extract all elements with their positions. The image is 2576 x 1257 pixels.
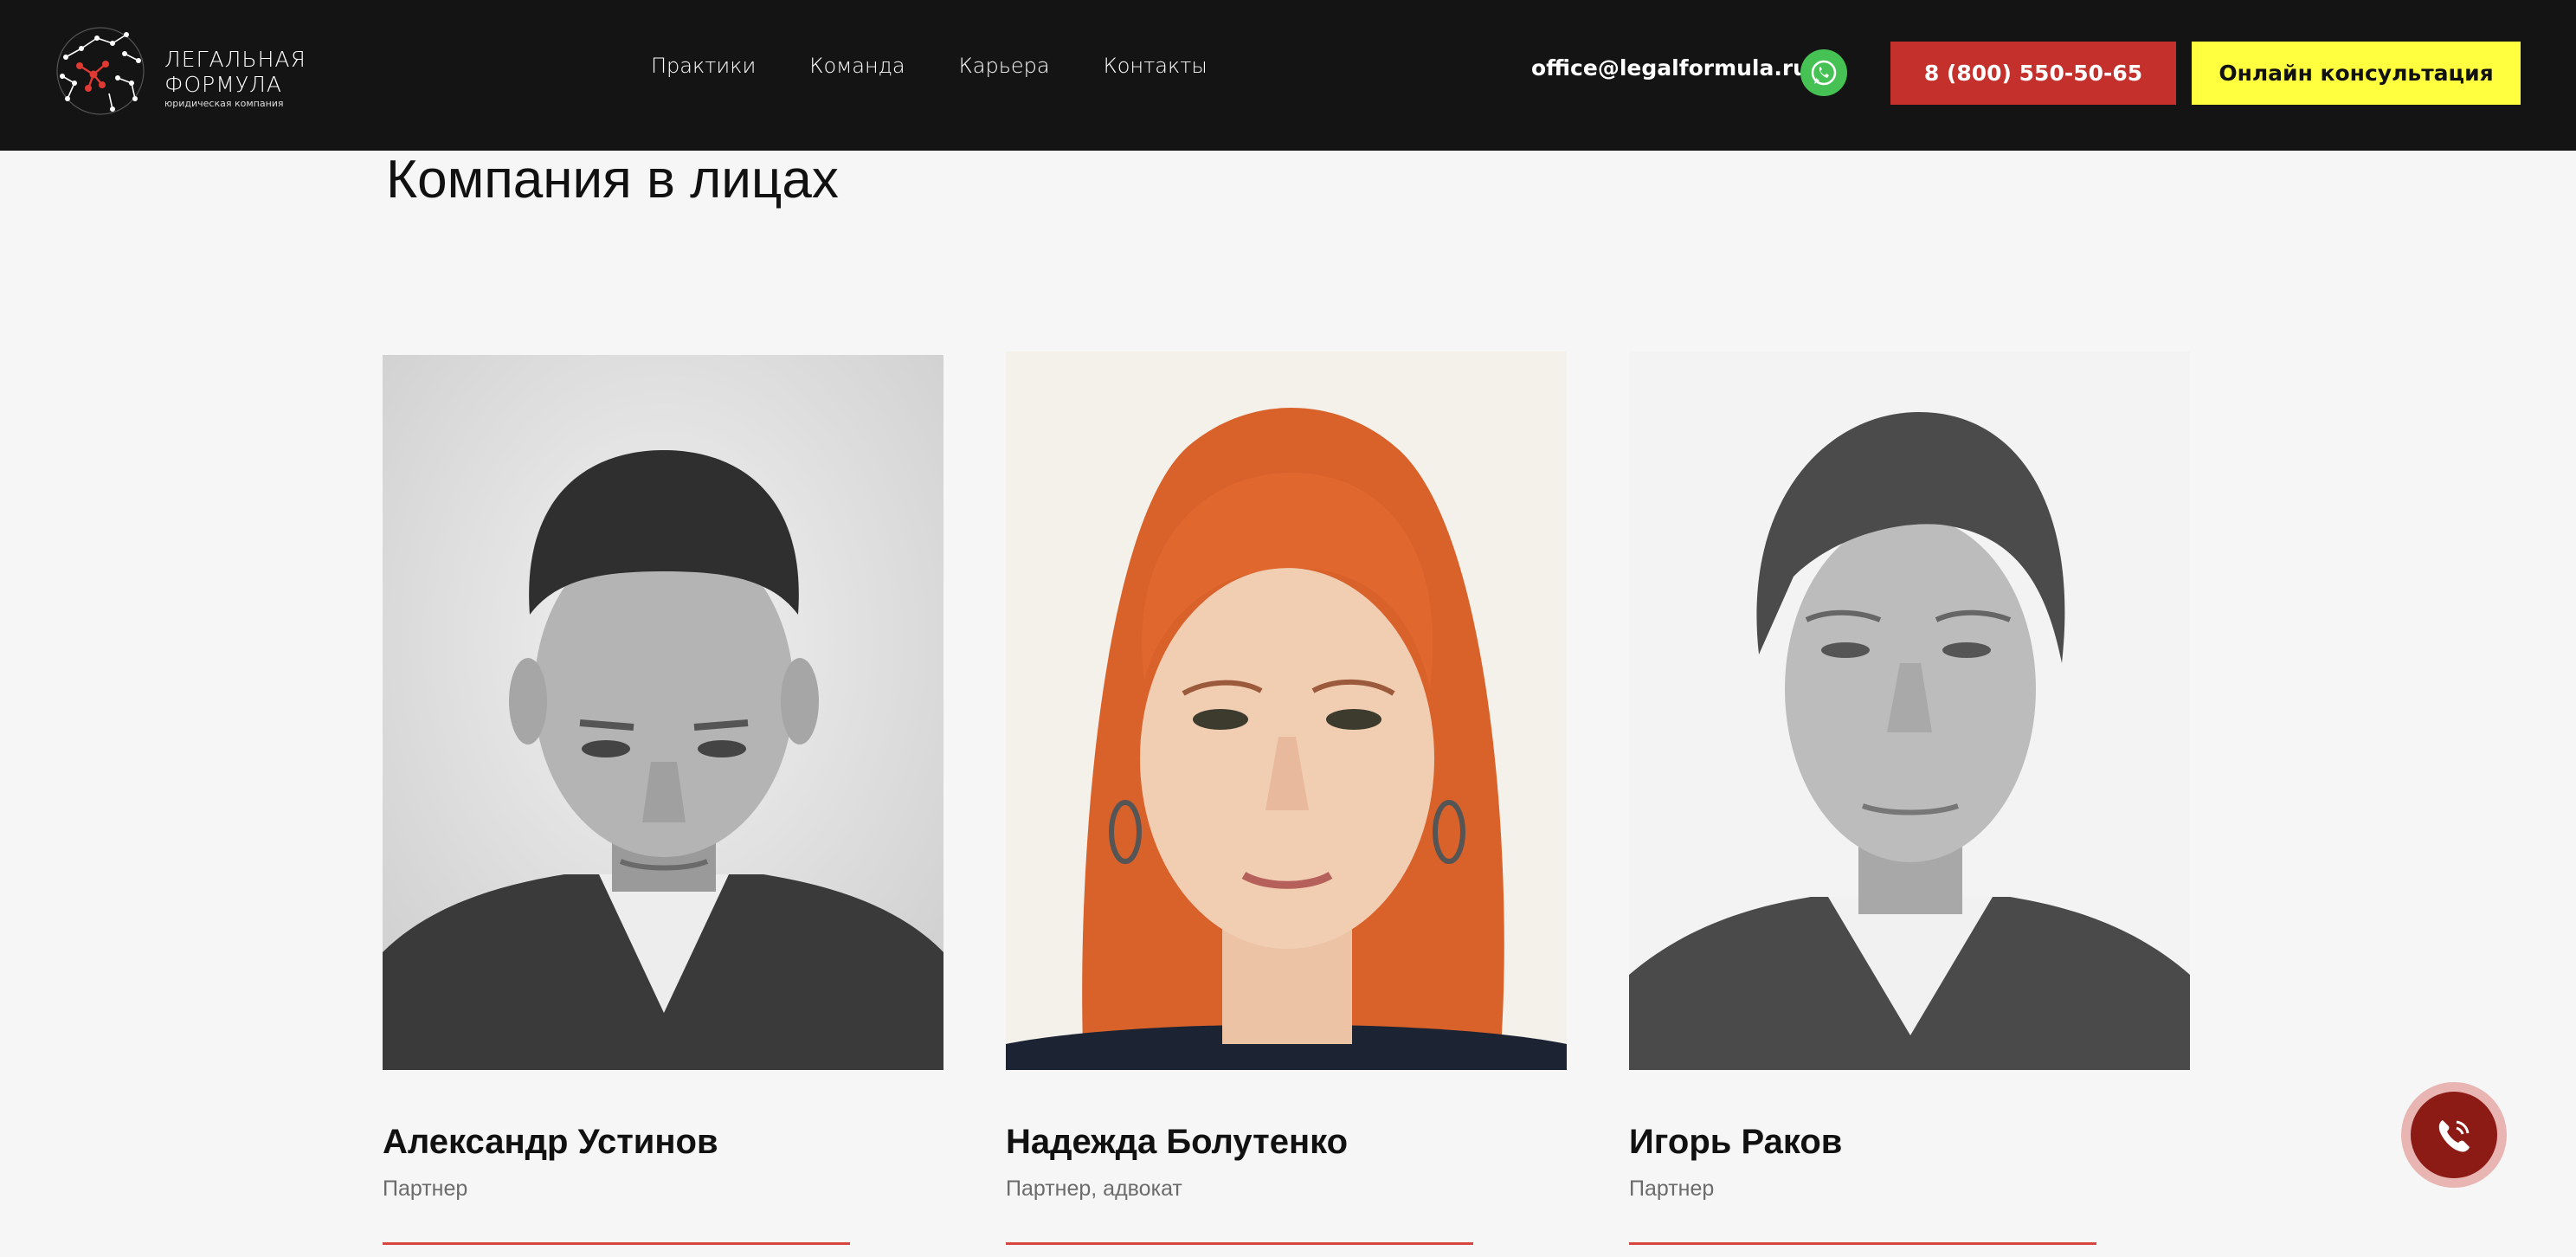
phone-button[interactable]: 8 (800) 550-50-65 xyxy=(1890,42,2176,105)
online-consultation-button[interactable]: Онлайн консультация xyxy=(2192,42,2521,105)
team-member-role: Партнер, адвокат xyxy=(1006,1176,1182,1201)
logo[interactable]: ЛЕГАЛЬНАЯ ФОРМУЛА юридическая компания xyxy=(48,23,306,119)
card-divider xyxy=(383,1242,850,1245)
person-portrait-image xyxy=(1629,351,2190,1070)
logo-line2: ФОРМУЛА xyxy=(164,72,282,97)
logo-line1: ЛЕГАЛЬНАЯ xyxy=(164,47,306,72)
nav-item-career[interactable]: Карьера xyxy=(959,54,1050,78)
team-photo[interactable] xyxy=(1629,351,2190,1070)
team-photo[interactable] xyxy=(383,355,943,1070)
team-member-role: Партнер xyxy=(1629,1176,1715,1201)
team-member-role: Партнер xyxy=(383,1176,468,1201)
card-divider xyxy=(1629,1242,2096,1245)
nav-item-contacts[interactable]: Контакты xyxy=(1104,54,1208,78)
phone-call-icon xyxy=(2438,1120,2470,1152)
logo-subtitle: юридическая компания xyxy=(164,98,284,109)
nav-item-practices[interactable]: Практики xyxy=(651,54,756,78)
call-button[interactable] xyxy=(2401,1082,2507,1188)
team-member-name[interactable]: Игорь Раков xyxy=(1629,1123,1842,1162)
logo-text: ЛЕГАЛЬНАЯ ФОРМУЛА юридическая компания xyxy=(164,47,306,111)
whatsapp-glyph-icon xyxy=(1811,60,1837,86)
team-member-name[interactable]: Александр Устинов xyxy=(383,1123,718,1162)
site-header: ЛЕГАЛЬНАЯ ФОРМУЛА юридическая компания П… xyxy=(0,0,2576,151)
team-photo[interactable] xyxy=(1006,351,1567,1070)
person-portrait-image xyxy=(383,355,943,1070)
person-portrait-image xyxy=(1006,351,1567,1070)
email-link[interactable]: office@legalformula.ru xyxy=(1531,55,1808,81)
page-title: Компания в лицах xyxy=(386,150,839,210)
call-button-inner xyxy=(2411,1092,2497,1178)
main-nav: Практики Команда Карьера Контакты xyxy=(651,54,1208,78)
card-divider xyxy=(1006,1242,1473,1245)
molecule-logo-icon xyxy=(56,27,145,115)
team-member-name[interactable]: Надежда Болутенко xyxy=(1006,1123,1348,1162)
nav-item-team[interactable]: Команда xyxy=(809,54,905,78)
whatsapp-icon[interactable] xyxy=(1800,49,1847,96)
